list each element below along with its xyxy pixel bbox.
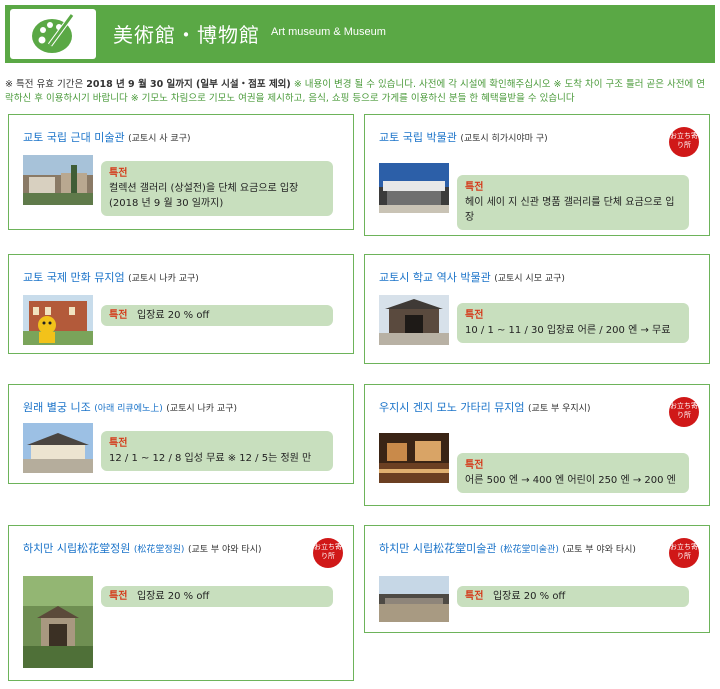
benefit-label: 특전 bbox=[465, 182, 484, 193]
venue-location: (교토시 사 쿄구) bbox=[128, 134, 191, 144]
venue-title[interactable]: 하치만 시립松花堂정원 (松花堂정원) (교토 부 야와 타시) bbox=[23, 540, 262, 556]
benefit-box: 특전 10 / 1 ~ 11 / 30 입장료 어른 / 200 엔 → 무료 bbox=[457, 303, 689, 343]
venue-title[interactable]: 교토시 학교 역사 박물관 (교토시 시모 교구) bbox=[379, 269, 565, 285]
otachiyori-badge: お立ち寄り所 bbox=[669, 538, 699, 568]
benefit-box: 특전 입장료 20 % off bbox=[457, 586, 689, 607]
otachiyori-badge: お立ち寄り所 bbox=[669, 127, 699, 157]
notice-part: 락하신 후 이용하시기 바랍니다 ※ 기모노 차림으로 기모노 여권을 제시하고… bbox=[5, 93, 575, 104]
venue-location: (교토시 나카 교구) bbox=[128, 274, 199, 284]
venue-title[interactable]: 교토 국립 근대 미술관 (교토시 사 쿄구) bbox=[23, 129, 191, 145]
venue-title[interactable]: 하치만 시립松花堂미술관 (松花堂미술관) (교토 부 야와 타시) bbox=[379, 540, 636, 556]
venue-location: (교토 부 우지시) bbox=[528, 404, 591, 414]
venue-location: (교토 부 야와 타시) bbox=[187, 545, 262, 555]
benefit-label: 특전 bbox=[465, 591, 484, 602]
venue-card[interactable]: 교토 국제 만화 뮤지엄 (교토시 나카 교구) 특전 입장료 20 % off bbox=[8, 254, 354, 354]
benefit-label: 특전 bbox=[109, 168, 128, 179]
notice-part: ※ 내용이 변경 될 수 있습니다. 사전에 각 시설에 확인해주십시오 ※ 도… bbox=[293, 79, 705, 90]
benefit-label: 특전 bbox=[109, 591, 128, 602]
palette-brush-icon bbox=[32, 13, 75, 53]
venue-photo bbox=[23, 155, 93, 205]
benefit-label: 특전 bbox=[465, 460, 484, 471]
benefit-box: 특전 컬렉션 갤러리 (상설전)을 단체 요금으로 입장 (2018 년 9 월… bbox=[101, 161, 333, 216]
benefit-box: 특전 입장료 20 % off bbox=[101, 586, 333, 607]
venue-location: (교토 부 야와 타시) bbox=[562, 545, 636, 555]
venue-photo bbox=[379, 433, 449, 483]
benefit-text: 입장료 20 % off bbox=[136, 591, 210, 602]
benefit-text: 입장료 20 % off bbox=[492, 591, 566, 602]
notice-text: ※ 특전 유효 기간은 2018 년 9 월 30 일까지 (일부 시설・점포 … bbox=[5, 78, 715, 106]
notice-validity: 2018 년 9 월 30 일까지 (일부 시설・점포 제외) bbox=[86, 79, 291, 90]
notice-part: ※ 특전 유효 기간은 bbox=[5, 79, 87, 90]
venue-location: (교토시 시모 교구) bbox=[494, 274, 565, 284]
benefit-text: 입장료 20 % off bbox=[136, 310, 210, 321]
venue-photo bbox=[23, 576, 93, 668]
venue-photo bbox=[23, 423, 93, 473]
benefit-box: 특전 헤이 세이 지 신관 명품 갤러리를 단체 요금으로 입장 bbox=[457, 175, 689, 230]
otachiyori-badge: お立ち寄り所 bbox=[313, 538, 343, 568]
benefit-text: 어른 500 엔 → 400 엔 어린이 250 엔 → 200 엔 bbox=[465, 475, 676, 486]
venue-card[interactable]: 하치만 시립松花堂정원 (松花堂정원) (교토 부 야와 타시) お立ち寄り所 … bbox=[8, 525, 354, 681]
venue-card[interactable]: 원래 별궁 니조 (아래 리큐에노上) (교토시 나카 교구) 특전 12 / … bbox=[8, 384, 354, 484]
venue-card[interactable]: 교토 국립 근대 미술관 (교토시 사 쿄구) 특전 컬렉션 갤러리 (상설전)… bbox=[8, 114, 354, 230]
benefit-text: 12 / 1 ~ 12 / 8 입성 무료 ※ 12 / 5는 정원 만 bbox=[109, 453, 312, 464]
venue-photo bbox=[379, 576, 449, 622]
venue-photo bbox=[379, 163, 449, 213]
benefit-box: 특전 입장료 20 % off bbox=[101, 305, 333, 326]
otachiyori-badge: お立ち寄り所 bbox=[669, 397, 699, 427]
page-header: 美術館・博物館 Art museum & Museum bbox=[5, 5, 715, 63]
venue-title[interactable]: 원래 별궁 니조 (아래 리큐에노上) (교토시 나카 교구) bbox=[23, 399, 237, 415]
venue-card[interactable]: 하치만 시립松花堂미술관 (松花堂미술관) (교토 부 야와 타시) お立ち寄り… bbox=[364, 525, 710, 633]
venue-title[interactable]: 교토 국립 박물관 (교토시 히가시야마 구) bbox=[379, 129, 548, 145]
benefit-label: 특전 bbox=[109, 310, 128, 321]
benefit-label: 특전 bbox=[465, 310, 484, 321]
benefit-text: 컬렉션 갤러리 (상설전)을 단체 요금으로 입장 (2018 년 9 월 30… bbox=[109, 183, 299, 209]
venue-card[interactable]: 우지시 겐지 모노 가타리 뮤지엄 (교토 부 우지시) お立ち寄り所 특전 어… bbox=[364, 384, 710, 506]
benefit-box: 특전 어른 500 엔 → 400 엔 어린이 250 엔 → 200 엔 bbox=[457, 453, 689, 493]
venue-photo bbox=[379, 295, 449, 345]
venue-title[interactable]: 교토 국제 만화 뮤지엄 (교토시 나카 교구) bbox=[23, 269, 199, 285]
logo bbox=[10, 9, 96, 59]
benefit-label: 특전 bbox=[109, 438, 128, 449]
page-title: 美術館・博物館 bbox=[113, 23, 260, 47]
venue-location: (교토시 히가시야마 구) bbox=[460, 134, 548, 144]
venue-location: (교토시 나카 교구) bbox=[166, 404, 238, 414]
venue-title[interactable]: 우지시 겐지 모노 가타리 뮤지엄 (교토 부 우지시) bbox=[379, 399, 590, 415]
benefit-text: 10 / 1 ~ 11 / 30 입장료 어른 / 200 엔 → 무료 bbox=[465, 325, 671, 336]
venue-card[interactable]: 교토시 학교 역사 박물관 (교토시 시모 교구) 특전 10 / 1 ~ 11… bbox=[364, 254, 710, 364]
benefit-box: 특전 12 / 1 ~ 12 / 8 입성 무료 ※ 12 / 5는 정원 만 bbox=[101, 431, 333, 471]
benefit-text: 헤이 세이 지 신관 명품 갤러리를 단체 요금으로 입장 bbox=[465, 197, 675, 223]
venue-card[interactable]: 교토 국립 박물관 (교토시 히가시야마 구) お立ち寄り所 특전 헤이 세이 … bbox=[364, 114, 710, 236]
venue-photo bbox=[23, 295, 93, 345]
page-subtitle: Art museum & Museum bbox=[271, 26, 386, 38]
